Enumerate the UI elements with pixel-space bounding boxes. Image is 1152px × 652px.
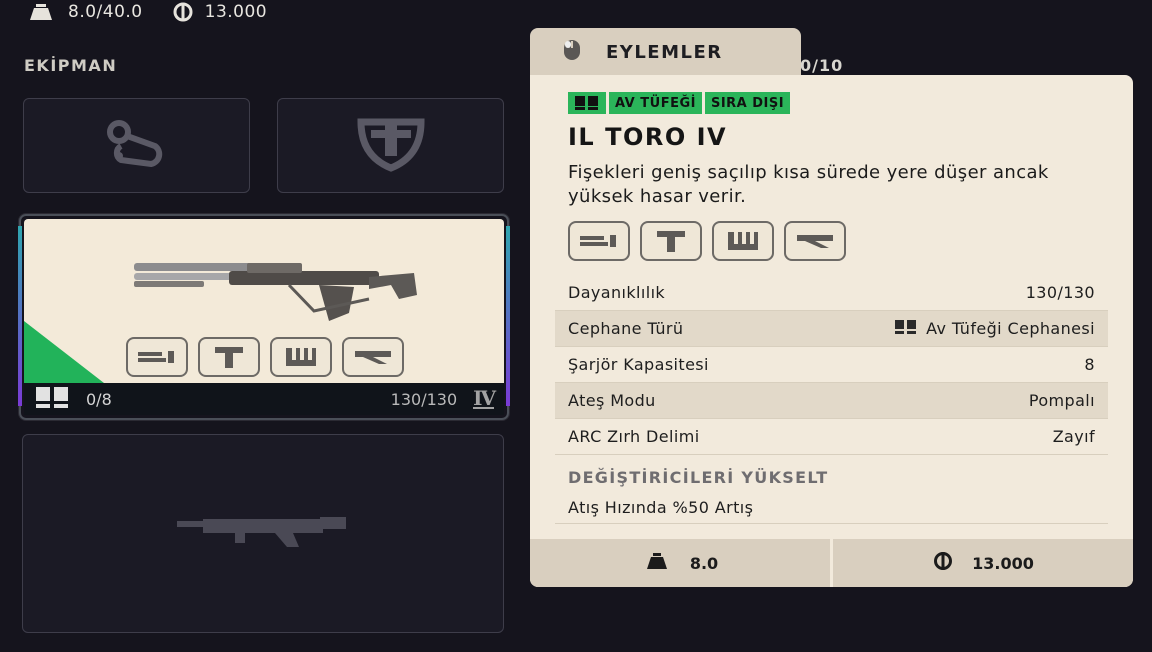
upgrade-modifier-item: Atış Hızında %50 Artış	[555, 491, 1108, 524]
rarity-rail-left	[18, 226, 22, 406]
stat-label: Şarjör Kapasitesi	[568, 355, 709, 374]
tier-badge: IV	[473, 386, 496, 410]
weapon-description: Fişekleri geniş saçılıp kısa sürede yere…	[568, 162, 1049, 207]
stat-value: Av Tüfeği Cephanesi	[926, 319, 1095, 338]
augment-icon	[99, 118, 175, 174]
backpack-capacity-partial: 0/10	[800, 56, 844, 75]
shield-slot[interactable]	[277, 98, 504, 193]
weapon-silhouette-icon	[175, 515, 351, 553]
coin-icon	[932, 551, 954, 575]
inventory-stats: 8.0/40.0 13.000	[24, 0, 267, 24]
magazine-mod-icon[interactable]	[270, 337, 332, 377]
ammo-type-tag-icon	[568, 92, 606, 114]
muzzle-mod-icon[interactable]	[126, 337, 188, 377]
underbarrel-mod-icon[interactable]	[640, 221, 702, 261]
weapon-card-background	[24, 219, 504, 383]
rarity-corner	[24, 321, 104, 383]
item-details-panel: AV TÜFEĞİ SIRA DIŞI IL TORO IV Fişekleri…	[530, 75, 1133, 587]
stock-mod-icon[interactable]	[784, 221, 846, 261]
stat-value: Zayıf	[1052, 427, 1095, 446]
panel-mod-slots	[568, 221, 846, 261]
ammo-icon	[34, 385, 72, 413]
stat-value: 130/130	[1025, 283, 1095, 302]
weight-value: 8.0/40.0	[68, 2, 143, 22]
stat-value: 8	[1084, 355, 1095, 374]
coin-icon	[171, 2, 195, 22]
shotgun-image	[129, 251, 419, 345]
stats-table: Dayanıklılık 130/130 Cephane Türü Av Tüf…	[555, 275, 1108, 455]
augment-slot[interactable]	[23, 98, 250, 193]
weapon-name: IL TORO IV	[568, 123, 728, 151]
category-tag: AV TÜFEĞİ	[609, 92, 702, 114]
actions-tab-label: EYLEMLER	[606, 41, 723, 63]
weapon-card-footer: 0/8 130/130 IV	[24, 383, 504, 415]
magazine-mod-icon[interactable]	[712, 221, 774, 261]
stat-row-ammo-type: Cephane Türü Av Tüfeği Cephanesi	[555, 311, 1108, 347]
shield-icon	[353, 116, 429, 176]
stat-label: Cephane Türü	[568, 319, 684, 338]
muzzle-mod-icon[interactable]	[568, 221, 630, 261]
item-weight: 8.0	[530, 539, 830, 587]
actions-tab[interactable]: EYLEMLER	[530, 28, 801, 76]
stat-label: Dayanıklılık	[568, 283, 666, 302]
stat-value: Pompalı	[1028, 391, 1095, 410]
stat-row-magazine: Şarjör Kapasitesi 8	[555, 347, 1108, 383]
mouse-icon	[562, 38, 582, 66]
weight-icon	[642, 551, 672, 575]
upgrade-modifiers-title: DEĞİŞTİRİCİLERİ YÜKSELT	[568, 468, 829, 487]
ammo-count: 0/8	[86, 389, 112, 409]
stock-mod-icon[interactable]	[342, 337, 404, 377]
stat-label: ARC Zırh Delimi	[568, 427, 700, 446]
item-weight-value: 8.0	[689, 553, 719, 573]
secondary-weapon-slot[interactable]	[22, 434, 504, 633]
currency-value: 13.000	[204, 2, 268, 22]
weight-icon	[24, 2, 58, 22]
stat-row-durability: Dayanıklılık 130/130	[555, 275, 1108, 311]
stat-label: Ateş Modu	[568, 391, 656, 410]
underbarrel-mod-icon[interactable]	[198, 337, 260, 377]
durability-value: 130/130	[390, 389, 458, 409]
stat-row-arc-pen: ARC Zırh Delimi Zayıf	[555, 419, 1108, 455]
card-mod-slots	[126, 337, 404, 377]
equipment-title: EKİPMAN	[24, 56, 118, 75]
rarity-tag: SIRA DIŞI	[704, 92, 791, 114]
item-price-value: 13.000	[972, 553, 1034, 573]
item-tags: AV TÜFEĞİ SIRA DIŞI	[568, 92, 791, 114]
rarity-rail-right	[506, 226, 510, 406]
item-price: 13.000	[833, 539, 1133, 587]
stat-row-fire-mode: Ateş Modu Pompalı	[555, 383, 1108, 419]
item-value-bar: 8.0 13.000	[530, 539, 1133, 587]
shotgun-ammo-icon	[894, 319, 918, 339]
weapon-card-il-toro[interactable]: 0/8 130/130 IV	[18, 214, 510, 420]
